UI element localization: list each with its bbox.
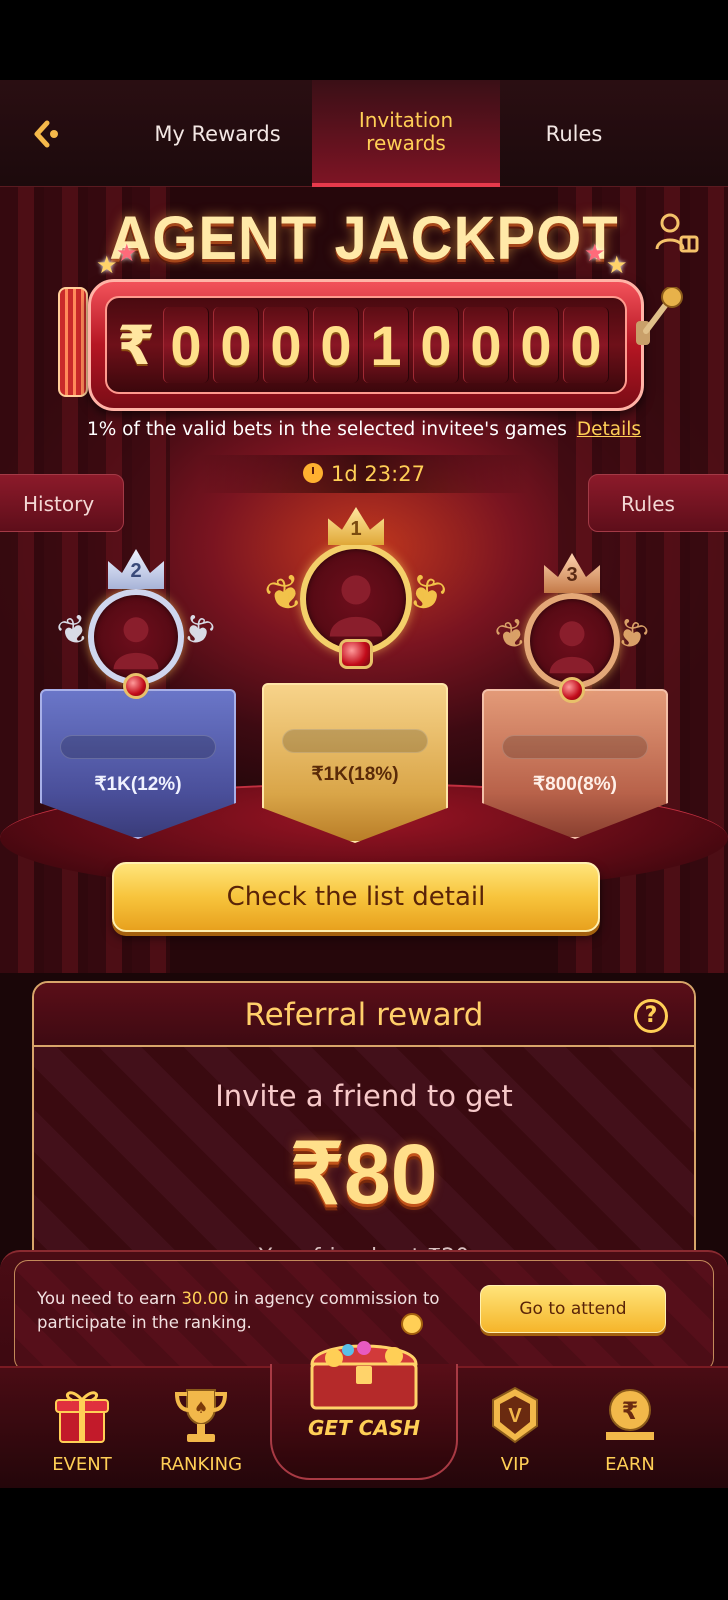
trophy-icon: ♠ (174, 1389, 228, 1442)
tab-invitation-rewards[interactable]: Invitation rewards (312, 80, 500, 187)
description-text: 1% of the valid bets in the selected inv… (86, 419, 567, 440)
history-button[interactable]: History (0, 474, 124, 532)
jackpot-digit: 0 (213, 307, 259, 383)
tab-rules[interactable]: Rules (500, 80, 648, 187)
currency-symbol: ₹ (117, 313, 155, 377)
help-icon[interactable]: ? (634, 999, 668, 1033)
slot-lever-icon (636, 287, 683, 345)
jackpot-digit: 0 (513, 307, 559, 383)
tab-invitation-rewards-label: Invitation rewards (358, 107, 454, 155)
star-icon: ★ (606, 251, 628, 279)
avatar-frame-rank-3[interactable]: ❦ ❦ 3 (489, 553, 655, 703)
name-placeholder-bar (60, 735, 216, 759)
top-tab-bar: My Rewards Invitation rewards Rules (0, 80, 728, 187)
gem-icon (559, 677, 585, 703)
nav-ranking-label: RANKING (159, 1454, 243, 1475)
treasure-chest-icon (310, 1313, 423, 1410)
status-bar (0, 0, 728, 80)
notice-text-before: You need to earn (37, 1289, 182, 1308)
svg-text:♠: ♠ (194, 1398, 208, 1417)
invite-friend-icon[interactable] (654, 211, 700, 257)
name-placeholder-bar (502, 735, 648, 759)
podium-amount: ₹800(8%) (533, 774, 617, 795)
referral-reward-card: Referral reward ? Invite a friend to get… (32, 981, 696, 1281)
jackpot-digit: 0 (313, 307, 359, 383)
avatar-frame-rank-2[interactable]: ❦ ❦ 2 (51, 549, 221, 699)
star-icon: ★ (116, 239, 138, 267)
podium-amount: ₹1K(12%) (94, 774, 182, 795)
jackpot-digit: 0 (163, 307, 209, 383)
avatar-placeholder-icon (329, 575, 383, 637)
svg-text:V: V (508, 1405, 522, 1427)
system-nav-area (0, 1488, 728, 1600)
gift-icon (55, 1391, 109, 1443)
nav-get-cash-label: GET CASH (308, 1416, 420, 1440)
back-button[interactable] (22, 110, 70, 158)
crown-rank-1: 1 (328, 507, 384, 545)
podium-amount: ₹1K(18%) (311, 764, 399, 785)
alarm-clock-icon (303, 463, 324, 483)
gem-icon (123, 673, 149, 699)
jackpot-digit: 0 (463, 307, 509, 383)
name-placeholder-bar (282, 729, 428, 753)
star-icon: ★ (96, 251, 118, 279)
nav-ranking[interactable]: ♠ RANKING (150, 1376, 252, 1488)
nav-get-cash[interactable]: GET CASH (270, 1313, 458, 1480)
avatar-placeholder-icon (549, 621, 595, 674)
go-to-attend-button[interactable]: Go to attend (480, 1285, 666, 1333)
rules-side-button[interactable]: Rules (588, 474, 728, 532)
jackpot-digit: 0 (413, 307, 459, 383)
jackpot-digit: 0 (263, 307, 309, 383)
avatar-placeholder-icon (113, 617, 159, 670)
timer-value: 1d 23:27 (331, 462, 425, 486)
star-icon: ★ (584, 239, 606, 267)
details-link[interactable]: Details (577, 419, 641, 440)
invite-friend-text: Invite a friend to get (215, 1079, 513, 1113)
countdown-timer: 1d 23:27 (200, 455, 528, 493)
nav-earn[interactable]: ₹ EARN (584, 1376, 676, 1488)
notice-highlight: 30.00 (181, 1289, 229, 1308)
svg-text:₹: ₹ (622, 1397, 639, 1425)
firecracker-icon (58, 287, 88, 397)
jackpot-digits: ₹ 0 0 0 0 1 0 0 0 0 (105, 296, 627, 394)
nav-event-label: EVENT (52, 1454, 112, 1475)
nav-earn-label: EARN (605, 1454, 655, 1475)
nav-event[interactable]: EVENT (36, 1376, 128, 1488)
nav-vip[interactable]: V VIP (470, 1376, 560, 1488)
tab-my-rewards[interactable]: My Rewards (130, 80, 305, 187)
vip-badge-icon: V (492, 1386, 538, 1444)
back-arrow-icon (34, 120, 58, 148)
referral-amount: ₹80 (290, 1127, 438, 1221)
jackpot-section: AGENT JACKPOT ★ ★ ★ ★ ₹ 0 0 0 0 1 0 0 0 … (0, 187, 728, 973)
avatar-frame-rank-1[interactable]: ❦ ❦ 1 (258, 507, 454, 669)
nav-vip-label: VIP (500, 1454, 530, 1475)
jackpot-digit: 1 (363, 307, 409, 383)
rupee-coin-icon: ₹ (606, 1389, 654, 1440)
gem-icon (339, 639, 373, 669)
jackpot-description: 1% of the valid bets in the selected inv… (0, 419, 728, 440)
jackpot-counter: ₹ 0 0 0 0 1 0 0 0 0 (88, 279, 644, 411)
jackpot-digit: 0 (563, 307, 609, 383)
referral-title: Referral reward (244, 997, 484, 1033)
check-list-detail-button[interactable]: Check the list detail (112, 862, 600, 932)
